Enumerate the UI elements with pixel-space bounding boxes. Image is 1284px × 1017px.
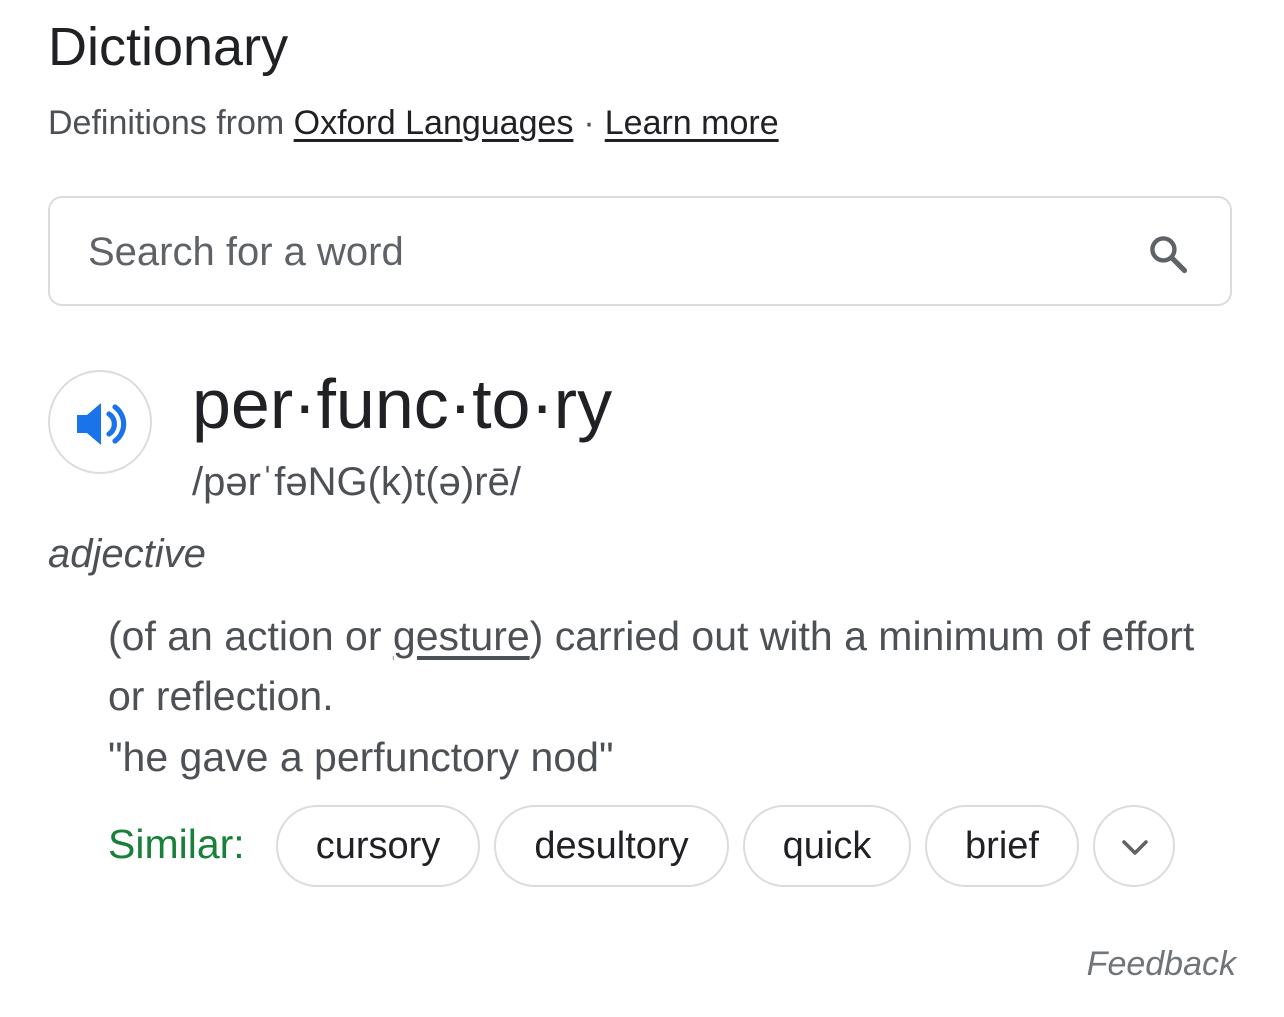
speaker-icon (77, 403, 127, 445)
search-input[interactable] (88, 222, 1088, 282)
phonetic-spelling: /pərˈfəNG(k)t(ə)rē/ (192, 460, 521, 504)
search-icon[interactable] (1146, 232, 1190, 276)
similar-chip-cursory[interactable]: cursory (276, 805, 480, 887)
definition-text: (of an action or gesture) carried out wi… (108, 606, 1218, 726)
similar-chip-quick[interactable]: quick (743, 805, 911, 887)
similar-label: Similar: (108, 821, 245, 867)
example-sentence: "he gave a perfunctory nod" (108, 734, 614, 780)
feedback-link[interactable]: Feedback (1087, 942, 1236, 986)
learn-more-link[interactable]: Learn more (605, 104, 779, 142)
separator-dot: · (583, 104, 595, 142)
source-line: Definitions from Oxford Languages · Learn … (48, 100, 779, 146)
similar-chip-desultory[interactable]: desultory (494, 805, 729, 887)
search-box (48, 196, 1232, 306)
expand-similar-button[interactable] (1093, 805, 1175, 887)
definition-text-before: (of an action or (108, 613, 393, 659)
oxford-languages-link[interactable]: Oxford Languages (294, 104, 574, 142)
part-of-speech: adjective (48, 532, 206, 576)
source-prefix: Definitions from (48, 104, 285, 142)
chevron-down-icon (1122, 840, 1148, 855)
pronunciation-audio-button[interactable] (48, 370, 152, 474)
headword: per·func·to·ry (192, 365, 613, 443)
page-title: Dictionary (48, 17, 289, 77)
gesture-link[interactable]: gesture (393, 613, 530, 659)
similar-chip-brief[interactable]: brief (925, 805, 1079, 887)
